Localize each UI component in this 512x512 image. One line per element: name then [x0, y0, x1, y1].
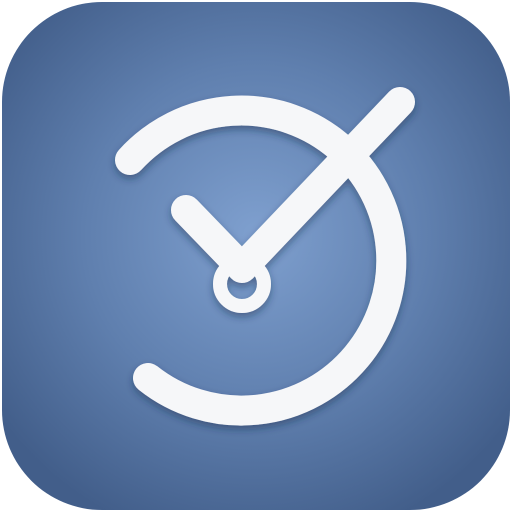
app-icon-canvas	[0, 0, 512, 512]
app-icon[interactable]	[0, 0, 512, 512]
